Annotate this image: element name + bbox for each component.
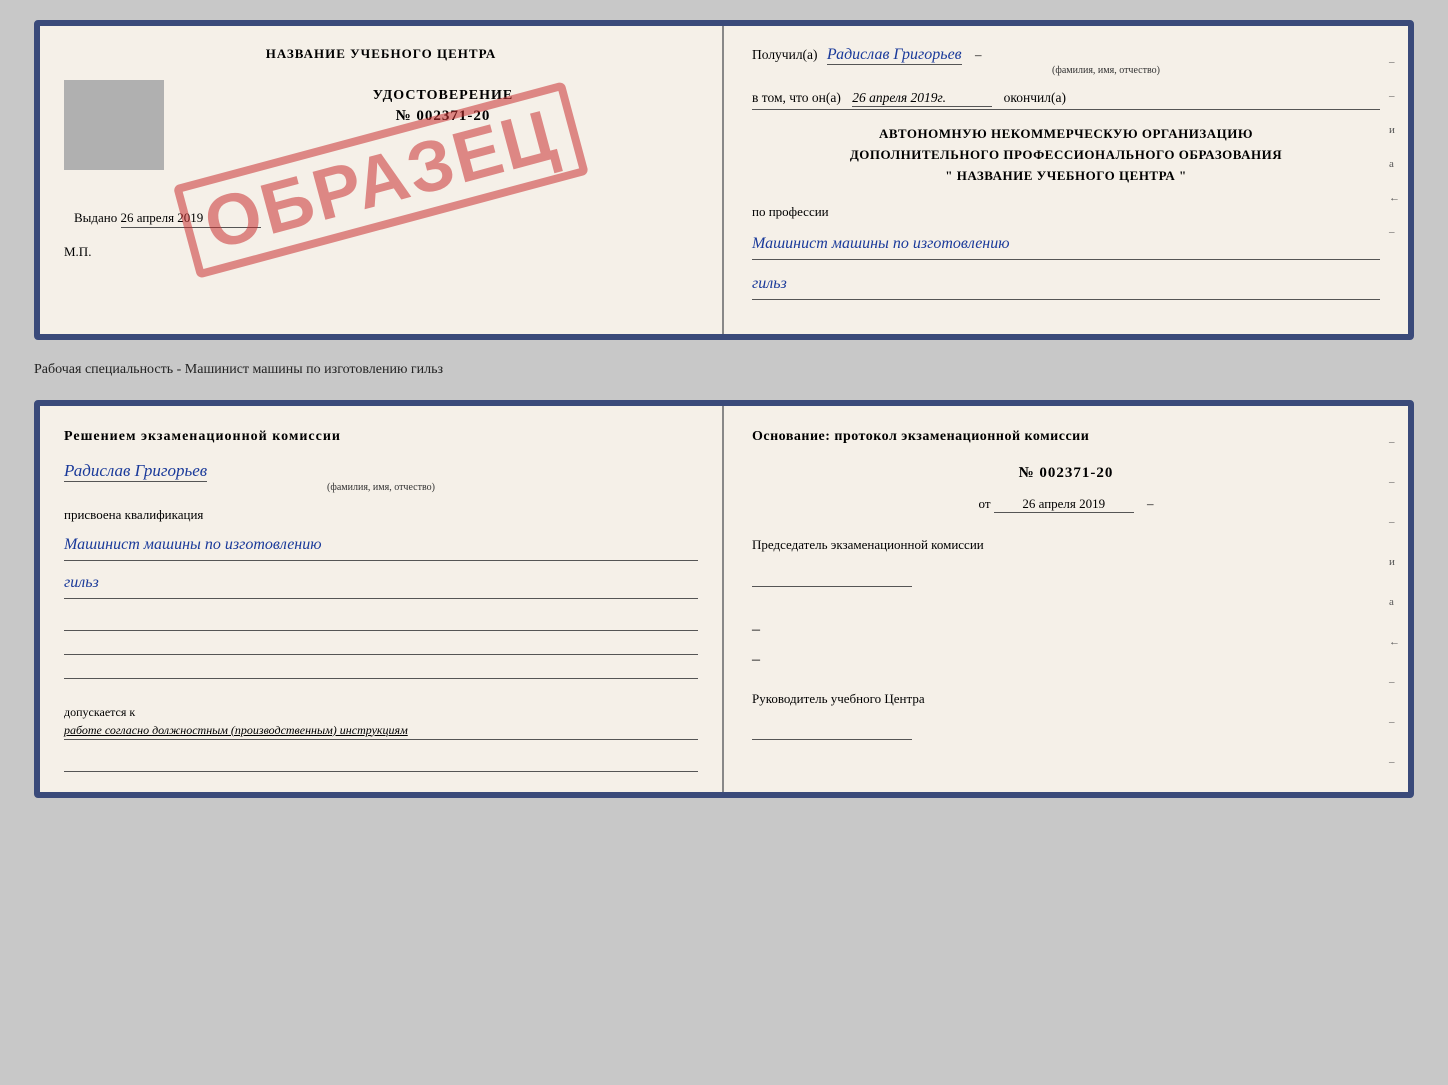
recipient-name: Радислав Григорьев [827, 46, 962, 65]
prisvoena-label: присвоена квалификация [64, 507, 698, 523]
document-card-2: Решением экзаменационной комиссии Радисл… [34, 400, 1414, 798]
poluchil-line: Получил(a) Радислав Григорьев – (фамилия… [752, 46, 1380, 76]
predsedatel-title: Председатель экзаменационной комиссии [752, 535, 1380, 555]
profession-name-2: гильз [752, 270, 1380, 300]
cert-header: НАЗВАНИЕ УЧЕБНОГО ЦЕНТРА [64, 46, 698, 62]
qualification-1: Машинист машины по изготовлению [64, 531, 698, 561]
rukovoditel-title: Руководитель учебного Центра [752, 689, 1380, 709]
person-subfont: (фамилия, имя, отчество) [64, 482, 698, 493]
dopuskaetsya-block: допускается к работе согласно должностны… [64, 703, 698, 740]
qualification-2: гильз [64, 569, 698, 599]
cert-title: УДОСТОВЕРЕНИЕ [188, 88, 698, 104]
cert-photo [64, 80, 164, 170]
okonchil-label: окончил(а) [1004, 90, 1066, 105]
komissia-header: Решением экзаменационной комиссии [64, 426, 698, 447]
right-side-chars: – – и а ← – [1389, 56, 1400, 238]
cert-mp: М.П. [64, 244, 698, 260]
person-name: Радислав Григорьев [64, 461, 207, 482]
protocol-date: от 26 апреля 2019 – [752, 496, 1380, 513]
person-name-block: Радислав Григорьев (фамилия, имя, отчест… [64, 455, 698, 493]
page-wrapper: НАЗВАНИЕ УЧЕБНОГО ЦЕНТРА УДОСТОВЕРЕНИЕ №… [20, 20, 1428, 798]
cert-right-panel: Получил(a) Радислав Григорьев – (фамилия… [724, 26, 1408, 334]
cert-udostoverenie-block: УДОСТОВЕРЕНИЕ № 002371-20 [180, 88, 698, 125]
dopuskaetsya-label: допускается к [64, 705, 135, 719]
org-line1: АВТОНОМНУЮ НЕКОММЕРЧЕСКУЮ ОРГАНИЗАЦИЮ [752, 124, 1380, 145]
profession-label: по профессии [752, 204, 1380, 220]
org-block: АВТОНОМНУЮ НЕКОММЕРЧЕСКУЮ ОРГАНИЗАЦИЮ ДО… [752, 124, 1380, 186]
org-name: " НАЗВАНИЕ УЧЕБНОГО ЦЕНТРА " [752, 166, 1380, 187]
cert-number: № 002371-20 [188, 108, 698, 125]
vydano-label: Выдано [74, 210, 117, 225]
document-card-1: НАЗВАНИЕ УЧЕБНОГО ЦЕНТРА УДОСТОВЕРЕНИЕ №… [34, 20, 1414, 340]
extra-lines-left [64, 611, 698, 679]
vtom-line: в том, что он(а) 26 апреля 2019г. окончи… [752, 90, 1380, 110]
predsedatel-section: Председатель экзаменационной комиссии [752, 535, 1380, 605]
osnov-header: Основание: протокол экзаменационной коми… [752, 426, 1380, 447]
profession-name-1: Машинист машины по изготовлению [752, 230, 1380, 260]
cert-vydano: Выдано 26 апреля 2019 [74, 210, 698, 228]
rukovoditel-sig-line [752, 722, 912, 740]
vtom-date: 26 апреля 2019г. [852, 90, 992, 107]
right-side-chars-2: – – – и а ← – – – [1389, 436, 1400, 768]
vtom-label: в том, что он(а) [752, 90, 841, 105]
recipient-subfont: (фамилия, имя, отчество) [832, 65, 1380, 76]
predsedatel-sig-line [752, 569, 912, 587]
specialty-label: Рабочая специальность - Машинист машины … [34, 358, 1414, 382]
second-right-panel: Основание: протокол экзаменационной коми… [724, 406, 1408, 792]
poluchil-label: Получил(a) [752, 47, 818, 62]
protocol-number: № 002371-20 [752, 465, 1380, 482]
dopuskaetsya-text: работе согласно должностным (производств… [64, 721, 698, 740]
rukovoditel-section: Руководитель учебного Центра [752, 689, 1380, 741]
ot-label: от [978, 496, 990, 511]
cert-left-panel: НАЗВАНИЕ УЧЕБНОГО ЦЕНТРА УДОСТОВЕРЕНИЕ №… [40, 26, 724, 334]
vydano-date: 26 апреля 2019 [121, 210, 261, 228]
dash1: – [975, 47, 982, 62]
second-left-panel: Решением экзаменационной комиссии Радисл… [40, 406, 724, 792]
protocol-date-value: 26 апреля 2019 [994, 496, 1134, 513]
org-line2: ДОПОЛНИТЕЛЬНОГО ПРОФЕССИОНАЛЬНОГО ОБРАЗО… [752, 145, 1380, 166]
